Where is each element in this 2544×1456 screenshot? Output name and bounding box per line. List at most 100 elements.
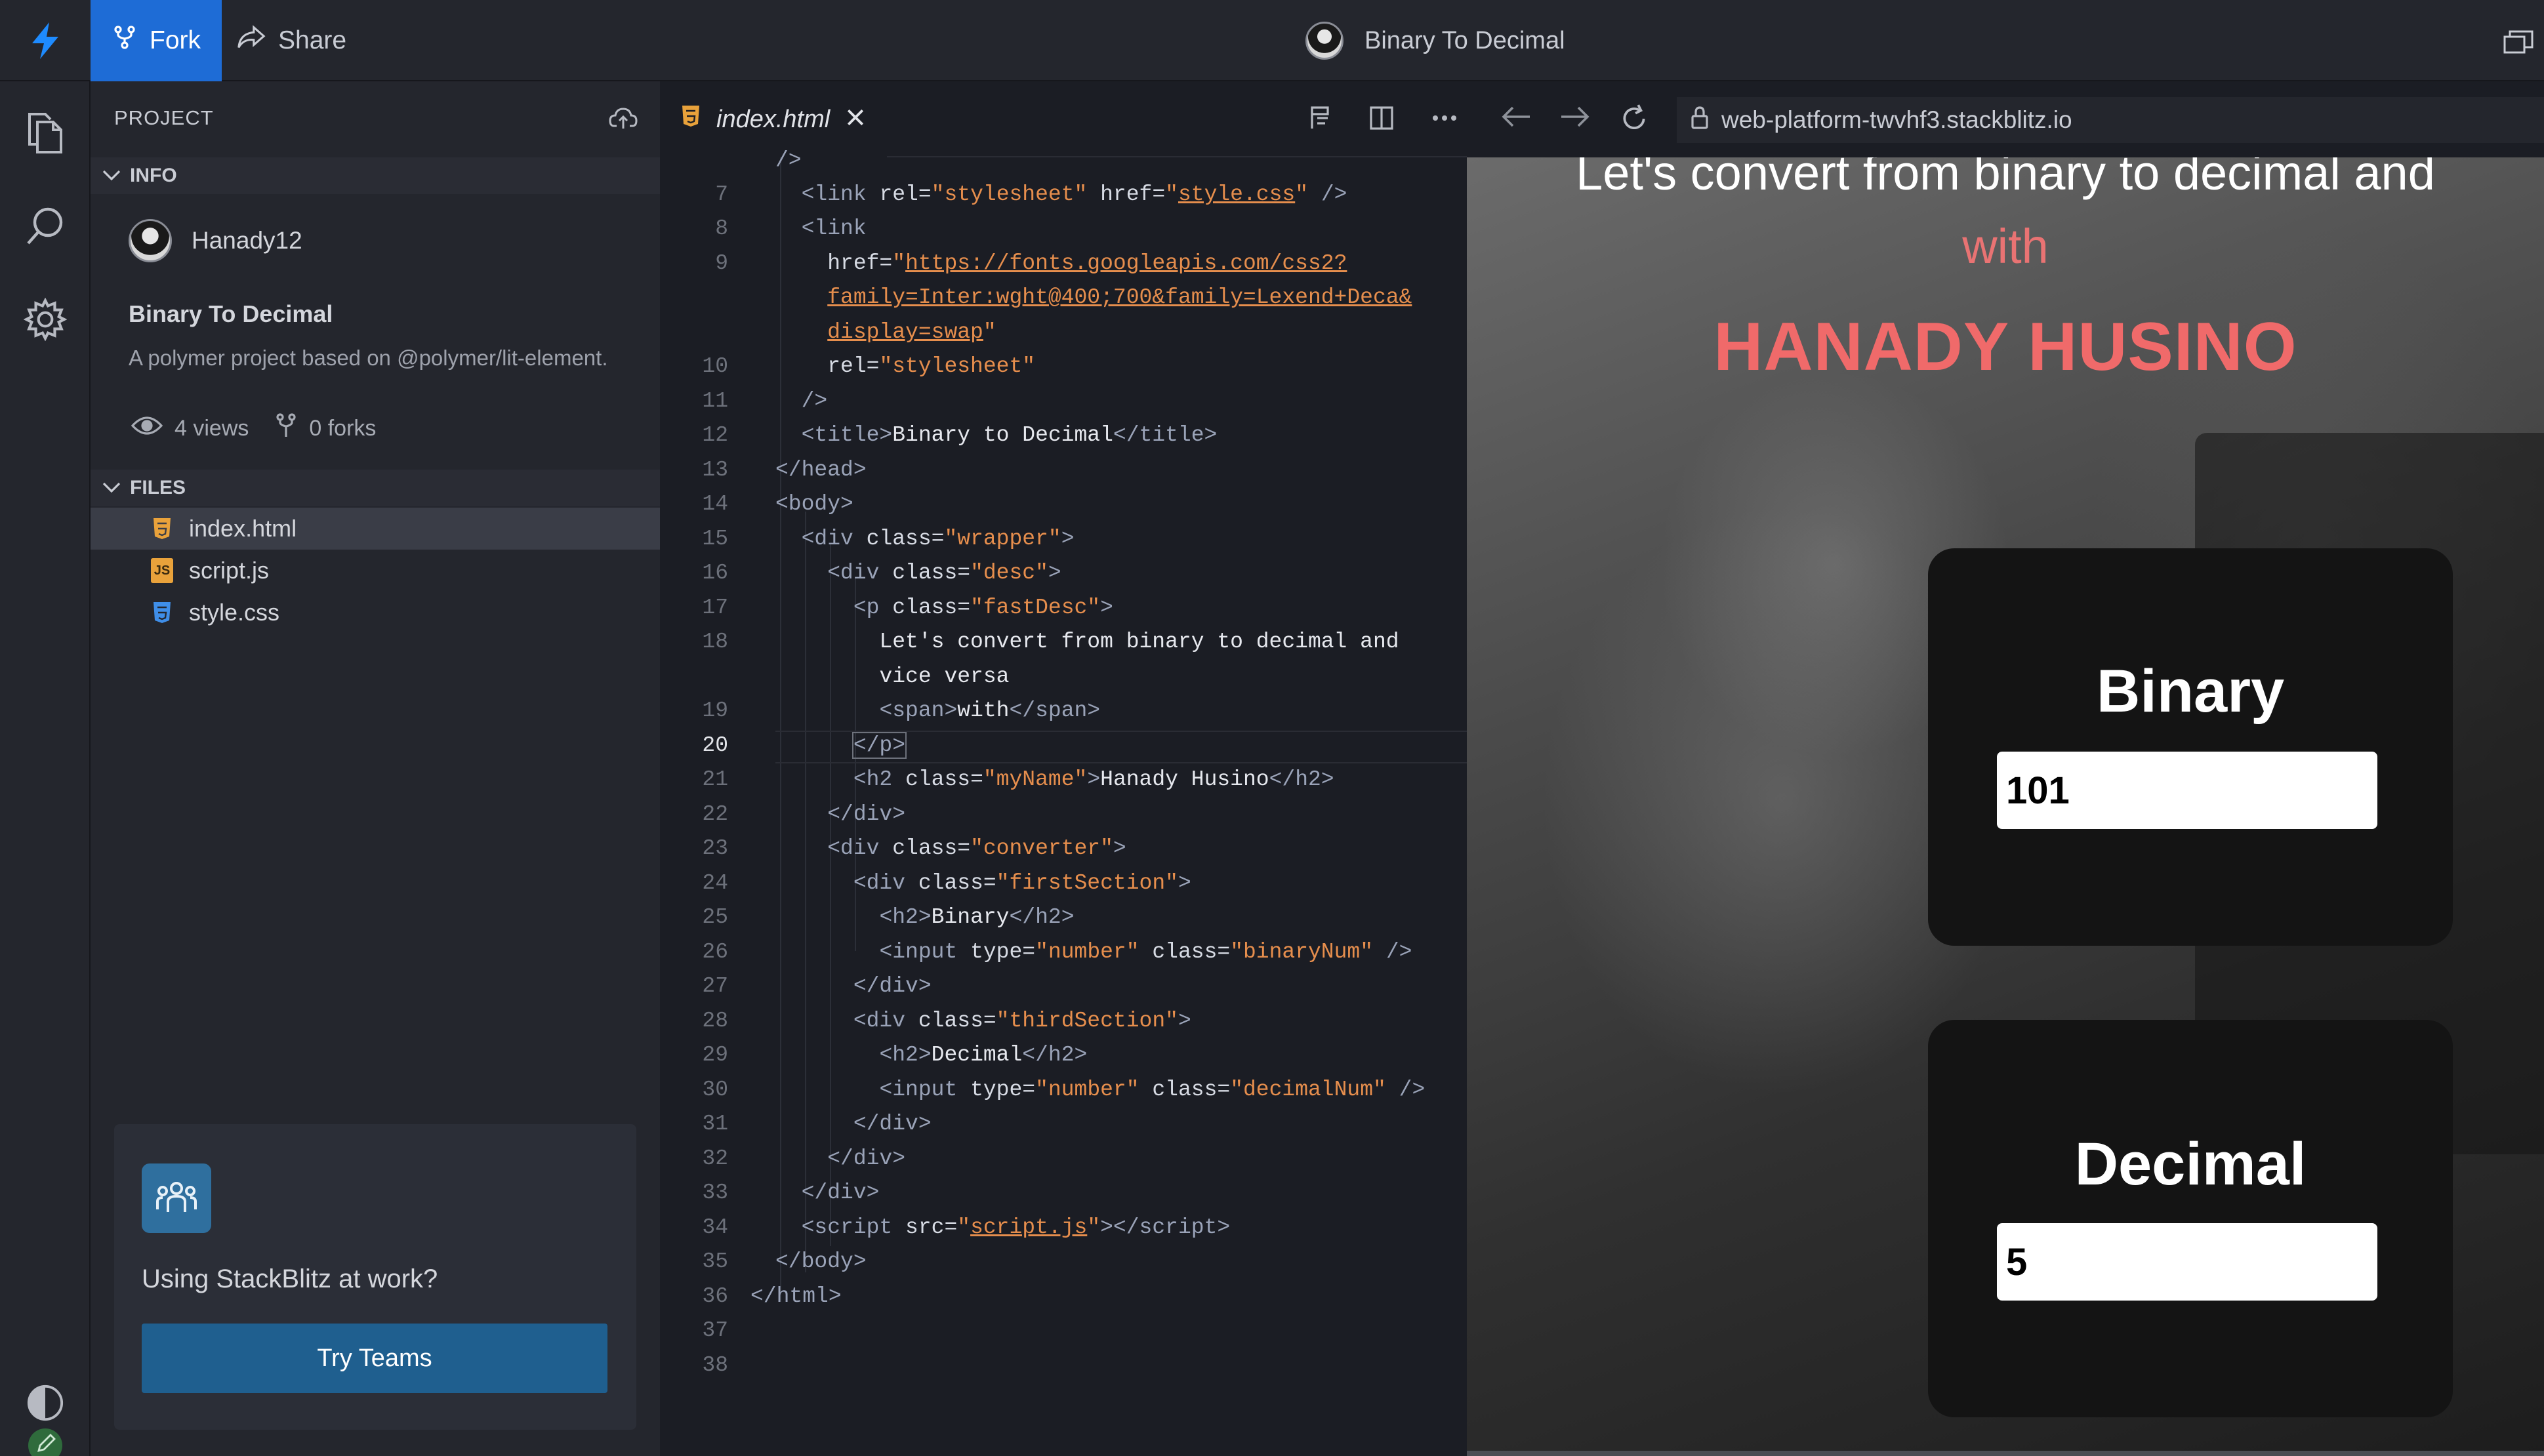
more-icon[interactable] <box>1431 113 1458 125</box>
reload-icon[interactable] <box>1619 104 1649 137</box>
views-count: 4 views <box>174 416 249 441</box>
code-line: family=Inter:wght@400;700&family=Lexend+… <box>827 285 1412 310</box>
file-item-style-css[interactable]: style.css <box>91 592 660 634</box>
share-label: Share <box>278 26 347 54</box>
eye-icon <box>131 415 163 442</box>
files-icon[interactable] <box>22 110 68 156</box>
line-number: 13 <box>702 458 728 482</box>
author-name: Hanady12 <box>192 227 302 254</box>
code-line: href="https://fonts.googleapis.com/css2? <box>827 251 1347 275</box>
window-icon[interactable] <box>2503 30 2534 57</box>
code-line: <h2 class="myName">Hanady Husino</h2> <box>853 767 1334 792</box>
line-number: 14 <box>702 492 728 516</box>
avatar <box>1305 22 1344 60</box>
code-token: /> <box>775 148 802 172</box>
close-icon[interactable] <box>846 106 865 134</box>
preview-pane[interactable]: Let's convert from binary to decimal and… <box>1467 157 2544 1456</box>
back-icon[interactable] <box>1500 104 1532 133</box>
chevron-down-icon <box>102 165 121 187</box>
project-heading: PROJECT <box>114 106 214 129</box>
activity-bar <box>0 81 91 1456</box>
line-number: 22 <box>702 802 728 826</box>
info-section-header[interactable]: INFO <box>91 157 660 194</box>
code-line: <h2>Binary</h2> <box>879 905 1075 929</box>
line-number: 7 <box>715 182 728 207</box>
my-name: HANADY HUSINO <box>1713 309 2297 385</box>
editor-actions <box>1308 81 1458 157</box>
line-number: 21 <box>702 767 728 792</box>
forward-icon[interactable] <box>1559 104 1591 133</box>
line-number: 9 <box>715 251 728 275</box>
code-line: </div> <box>853 1112 932 1136</box>
code-line: <div class="thirdSection"> <box>853 1009 1191 1033</box>
files-heading: FILES <box>130 477 186 498</box>
share-button[interactable]: Share <box>236 0 346 81</box>
fork-label: Fork <box>150 26 201 54</box>
forks-stat: 0 forks <box>275 413 376 444</box>
line-number: 38 <box>702 1353 728 1377</box>
code-line: /> <box>775 148 802 172</box>
preview-toolbar: web-platform-twvhf3.stackblitz.io <box>1467 81 2544 157</box>
line-number: 33 <box>702 1181 728 1205</box>
line-number: 28 <box>702 1009 728 1033</box>
code-editor[interactable]: 7 8 9 10 11 12 13 14 15 16 17 18 19 20 2… <box>660 148 2123 1456</box>
file-name: index.html <box>189 515 297 542</box>
code-line: </p> <box>851 732 907 759</box>
code-line: <div class="converter"> <box>827 836 1126 860</box>
upload-icon[interactable] <box>609 106 638 133</box>
line-number: 35 <box>702 1249 728 1274</box>
try-teams-button[interactable]: Try Teams <box>142 1324 607 1393</box>
line-number: 10 <box>702 354 728 378</box>
binary-input[interactable]: 101 <box>1997 752 2377 829</box>
split-icon[interactable] <box>1368 105 1395 134</box>
css-file-icon <box>151 600 173 625</box>
bolt-icon[interactable] <box>0 0 91 81</box>
with-text: with <box>1962 219 2049 273</box>
promo-text: Using StackBlitz at work? <box>142 1264 438 1293</box>
line-number: 25 <box>702 905 728 929</box>
teams-promo: Using StackBlitz at work? Try Teams <box>114 1124 636 1430</box>
decimal-input[interactable]: 5 <box>1997 1223 2377 1301</box>
js-file-icon: JS <box>151 558 173 583</box>
code-line: <link <box>801 216 867 241</box>
project-description: A polymer project based on @polymer/lit-… <box>129 346 608 370</box>
tab-index-html[interactable]: index.html <box>660 81 887 157</box>
code-line: <p class="fastDesc"> <box>853 596 1113 620</box>
line-number: 30 <box>702 1078 728 1102</box>
edit-icon[interactable] <box>22 1427 68 1456</box>
code-line: <span>with</span> <box>879 698 1101 723</box>
file-item-index-html[interactable]: index.html <box>91 508 660 550</box>
fork-button[interactable]: Fork <box>91 0 222 81</box>
file-item-script-js[interactable]: JS script.js <box>91 550 660 592</box>
file-name: style.css <box>189 599 280 626</box>
line-number: 17 <box>702 596 728 620</box>
code-line: vice versa <box>879 664 1010 689</box>
share-icon <box>236 24 266 57</box>
fork-icon <box>275 413 297 444</box>
views-stat: 4 views <box>131 415 249 442</box>
settings-icon[interactable] <box>22 296 68 342</box>
author-row[interactable]: Hanady12 <box>129 219 302 262</box>
project-title: Binary To Decimal <box>1364 26 1565 54</box>
code-line: <div class="wrapper"> <box>801 527 1075 551</box>
line-number: 24 <box>702 871 728 895</box>
team-icon <box>142 1163 211 1233</box>
code-line: rel="stylesheet" <box>827 354 1036 378</box>
line-number: 16 <box>702 561 728 585</box>
files-section-header[interactable]: FILES <box>91 470 660 506</box>
url-field[interactable]: web-platform-twvhf3.stackblitz.io <box>1677 97 2544 143</box>
project-name: Binary To Decimal <box>129 300 333 327</box>
format-icon[interactable] <box>1308 105 1332 134</box>
line-number: 12 <box>702 423 728 447</box>
search-icon[interactable] <box>22 203 68 249</box>
line-number: 31 <box>702 1112 728 1136</box>
code-line: </head> <box>775 458 867 482</box>
decimal-section: Decimal 5 <box>1928 1020 2453 1417</box>
line-number: 19 <box>702 698 728 723</box>
code-line: <h2>Decimal</h2> <box>879 1043 1088 1067</box>
code-line: </body> <box>775 1249 867 1274</box>
line-number: 8 <box>715 216 728 241</box>
decimal-heading: Decimal <box>2074 1131 2307 1198</box>
theme-icon[interactable] <box>22 1380 68 1426</box>
code-line: </div> <box>801 1181 880 1205</box>
